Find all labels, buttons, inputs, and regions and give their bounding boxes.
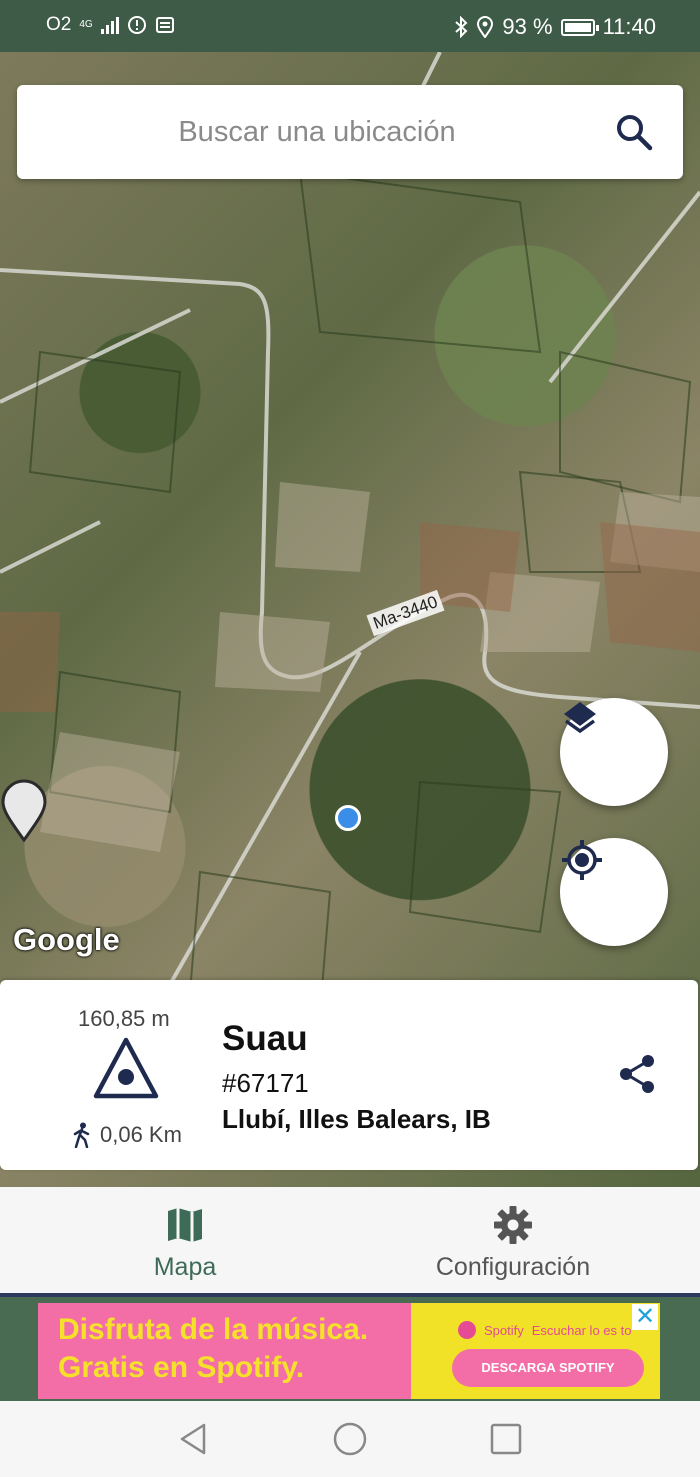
status-bar: O2 4G 93 % 11:40	[0, 0, 700, 52]
distance-label: 0,06 Km	[100, 1122, 182, 1147]
nav-label-mapa: Mapa	[153, 1253, 217, 1281]
distance-row: 0,06 Km	[72, 1122, 182, 1148]
search-bar	[17, 85, 683, 179]
ad-headline: Disfruta de la música. Gratis en Spotify…	[58, 1313, 369, 1384]
home-icon[interactable]	[332, 1421, 368, 1457]
walking-icon	[73, 1122, 90, 1148]
battery-percent: 93 %	[502, 14, 553, 39]
search-icon[interactable]	[614, 112, 654, 152]
map-pin-icon[interactable]	[0, 778, 48, 842]
status-left: O2 4G	[46, 14, 175, 36]
bluetooth-icon	[455, 16, 468, 38]
ad-tagline: Escuchar lo es to	[531, 1322, 632, 1338]
place-location: Llubí, Illes Balears, IB	[222, 1104, 491, 1134]
spotify-logo-icon	[458, 1321, 476, 1339]
ad-close-icon[interactable]: ✕	[632, 1304, 658, 1330]
battery-icon	[560, 18, 599, 36]
back-icon[interactable]	[176, 1421, 212, 1457]
status-right: 93 % 11:40	[454, 14, 656, 40]
search-input[interactable]	[17, 85, 617, 179]
nav-label-configuracion: Configuración	[435, 1253, 591, 1281]
ad-download-button[interactable]: DESCARGA SPOTIFY	[452, 1349, 644, 1387]
ad-brand-row: Spotify Escuchar lo es to	[458, 1321, 631, 1339]
my-location-button[interactable]	[560, 838, 668, 946]
map-icon	[168, 1208, 202, 1242]
share-icon[interactable]	[616, 1053, 658, 1095]
crosshair-icon	[562, 840, 602, 880]
recents-icon[interactable]	[488, 1421, 524, 1457]
location-icon	[477, 16, 494, 38]
network-label: 4G	[79, 19, 93, 30]
place-id: #67171	[222, 1068, 309, 1098]
layers-button[interactable]	[560, 698, 668, 806]
bottom-navigation: Mapa Configuración	[0, 1187, 700, 1297]
system-navigation-bar	[0, 1401, 700, 1477]
ad-brand: Spotify	[484, 1322, 524, 1338]
layers-icon	[564, 702, 596, 734]
clock: 11:40	[602, 14, 656, 39]
alert-icon	[127, 16, 146, 34]
ad-banner[interactable]: Disfruta de la música. Gratis en Spotify…	[38, 1303, 660, 1399]
current-location-dot	[335, 805, 361, 831]
gear-icon	[494, 1206, 532, 1244]
google-attribution: Google	[13, 922, 120, 957]
nav-item-configuracion[interactable]: Configuración	[338, 1187, 688, 1293]
place-name: Suau	[222, 1019, 308, 1058]
notification-icon	[155, 17, 174, 33]
signal-icon	[100, 16, 119, 34]
nav-item-mapa[interactable]: Mapa	[10, 1187, 360, 1293]
summit-icon	[93, 1037, 159, 1099]
carrier-label: O2	[46, 14, 72, 35]
elevation-label: 160,85 m	[78, 1006, 170, 1031]
